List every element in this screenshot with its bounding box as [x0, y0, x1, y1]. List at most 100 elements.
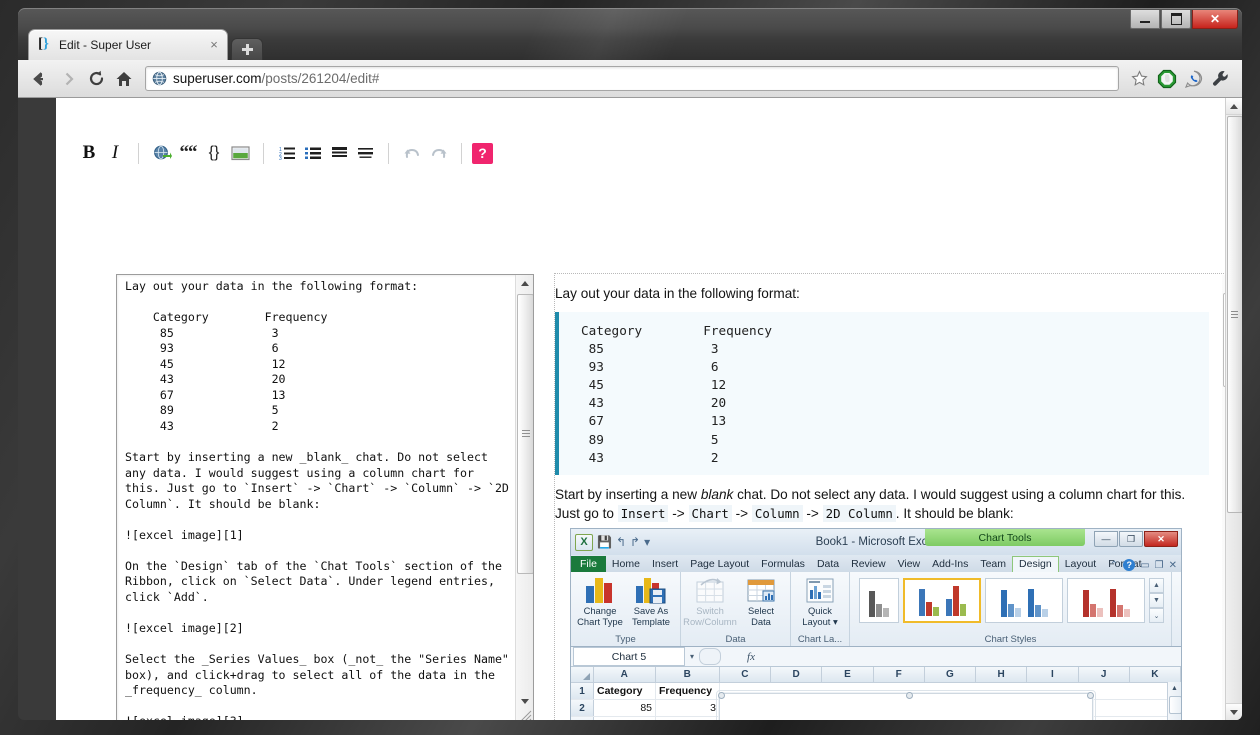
ribbon-tab-page-layout[interactable]: Page Layout: [684, 557, 755, 572]
help-icon[interactable]: ?: [1123, 559, 1136, 571]
resize-handle-tr[interactable]: [1087, 692, 1094, 699]
select-data-button[interactable]: Select Data: [737, 574, 785, 627]
ribbon-tab-review[interactable]: Review: [845, 557, 891, 572]
column-header-h[interactable]: H: [976, 667, 1028, 682]
image-button[interactable]: [227, 140, 253, 166]
horizontal-rule-button[interactable]: [352, 140, 378, 166]
ribbon-tab-layout[interactable]: Layout: [1059, 557, 1103, 572]
ribbon-tab-insert[interactable]: Insert: [646, 557, 684, 572]
column-header-c[interactable]: C: [720, 667, 772, 682]
name-box[interactable]: Chart 5: [573, 647, 685, 666]
bold-button[interactable]: B: [76, 140, 102, 166]
redo-button[interactable]: [425, 140, 451, 166]
column-header-j[interactable]: J: [1079, 667, 1130, 682]
cell-b3[interactable]: 6: [656, 717, 720, 720]
minimize-ribbon-icon[interactable]: ⌃: [1110, 560, 1118, 571]
ribbon-tab-formulas[interactable]: Formulas: [755, 557, 811, 572]
chart-style-option-3[interactable]: [985, 578, 1063, 623]
code-button[interactable]: {}: [201, 140, 227, 166]
link-button[interactable]: [149, 140, 175, 166]
row-header-3[interactable]: 3: [571, 717, 594, 720]
resize-handle-tl[interactable]: [718, 692, 725, 699]
page-scrollbar[interactable]: [1225, 98, 1242, 720]
page-scroll-up-arrow[interactable]: [1226, 98, 1242, 115]
chart-style-option-2-selected[interactable]: [903, 578, 981, 623]
italic-button[interactable]: I: [102, 140, 128, 166]
close-window-icon[interactable]: ✕: [1169, 560, 1177, 571]
page-scrollbar-thumb[interactable]: [1227, 116, 1242, 513]
restore-down-icon[interactable]: ▭: [1140, 560, 1149, 571]
gallery-scroll-down-button[interactable]: ▼: [1149, 593, 1164, 608]
embedded-blank-chart[interactable]: [716, 690, 1096, 720]
page-scroll-down-arrow[interactable]: [1226, 703, 1242, 720]
gallery-more-button[interactable]: ⌄: [1149, 608, 1164, 623]
forward-button[interactable]: [54, 65, 82, 93]
cell-a2[interactable]: 85: [594, 700, 656, 716]
column-header-g[interactable]: G: [925, 667, 977, 682]
markdown-source-textarea[interactable]: Lay out your data in the following forma…: [116, 274, 534, 720]
help-button[interactable]: ?: [472, 142, 493, 164]
undo-button[interactable]: [399, 140, 425, 166]
bookmark-star-button[interactable]: [1126, 65, 1153, 92]
excel-minimize-button[interactable]: —: [1094, 531, 1118, 547]
column-header-f[interactable]: F: [874, 667, 925, 682]
numbered-list-button[interactable]: 123: [274, 140, 300, 166]
column-header-e[interactable]: E: [822, 667, 874, 682]
ribbon-tab-add-ins[interactable]: Add-Ins: [926, 557, 974, 572]
cell-b1[interactable]: Frequency: [656, 683, 720, 699]
column-header-k[interactable]: K: [1130, 667, 1181, 682]
name-box-dropdown-icon[interactable]: ▾: [690, 652, 694, 661]
blockquote-button[interactable]: ““: [175, 140, 201, 166]
close-button[interactable]: ✕: [1192, 10, 1238, 29]
ribbon-tab-design[interactable]: Design: [1012, 556, 1059, 572]
scroll-down-arrow[interactable]: [516, 693, 533, 710]
maximize-window-icon[interactable]: ❐: [1155, 560, 1164, 571]
insert-function-icon[interactable]: fx: [721, 651, 781, 663]
cell-a1[interactable]: Category: [594, 683, 656, 699]
row-header-1[interactable]: 1: [571, 683, 594, 699]
chrome-menu-button[interactable]: [1207, 65, 1234, 92]
change-chart-type-button[interactable]: Change Chart Type: [576, 574, 624, 627]
maximize-button[interactable]: [1161, 10, 1191, 29]
excel-close-button[interactable]: ✕: [1144, 531, 1178, 547]
excel-restore-button[interactable]: ❐: [1119, 531, 1143, 547]
move-chart-button[interactable]: Move Chart: [1177, 574, 1181, 627]
select-all-corner[interactable]: [571, 667, 594, 682]
column-header-a[interactable]: A: [594, 667, 656, 682]
column-header-d[interactable]: D: [771, 667, 823, 682]
chart-style-option-1[interactable]: [859, 578, 899, 623]
home-button[interactable]: [110, 65, 138, 93]
back-button[interactable]: [26, 65, 54, 93]
adblock-extension-button[interactable]: [1153, 65, 1180, 92]
switch-row-column-button[interactable]: Switch Row/Column: [683, 574, 737, 627]
browser-tab-edit-super-user[interactable]: [} Edit - Super User ×: [28, 29, 228, 60]
new-tab-button[interactable]: [231, 38, 263, 60]
row-header-2[interactable]: 2: [571, 700, 594, 716]
address-bar[interactable]: superuser.com/posts/261204/edit#: [145, 66, 1119, 91]
ribbon-tab-file[interactable]: File: [571, 556, 606, 572]
textarea-resize-handle[interactable]: [518, 710, 533, 720]
chart-style-option-4[interactable]: [1067, 578, 1145, 623]
ribbon-tab-home[interactable]: Home: [606, 557, 646, 572]
worksheet-vertical-scrollbar[interactable]: ▲: [1167, 682, 1181, 720]
save-as-template-button[interactable]: Save As Template: [627, 574, 675, 627]
resize-handle-tc[interactable]: [906, 692, 913, 699]
bulleted-list-button[interactable]: [300, 140, 326, 166]
ribbon-tab-data[interactable]: Data: [811, 557, 845, 572]
scrollbar-thumb[interactable]: [517, 294, 533, 574]
textarea-scrollbar[interactable]: [515, 275, 533, 720]
scroll-up-arrow[interactable]: [516, 275, 533, 292]
heading-button[interactable]: [326, 140, 352, 166]
ribbon-tab-team[interactable]: Team: [974, 557, 1012, 572]
worksheet-scroll-up-arrow[interactable]: ▲: [1168, 682, 1181, 694]
column-header-b[interactable]: B: [656, 667, 720, 682]
column-header-i[interactable]: I: [1027, 667, 1079, 682]
worksheet-scrollbar-thumb[interactable]: [1169, 696, 1181, 714]
reload-button[interactable]: [82, 65, 110, 93]
ribbon-tab-view[interactable]: View: [892, 557, 927, 572]
quick-layout-button[interactable]: Quick Layout ▾: [796, 574, 844, 627]
tab-close-icon[interactable]: ×: [207, 38, 221, 52]
minimize-button[interactable]: [1130, 10, 1160, 29]
cell-b2[interactable]: 3: [656, 700, 720, 716]
cell-a3[interactable]: 93: [594, 717, 656, 720]
